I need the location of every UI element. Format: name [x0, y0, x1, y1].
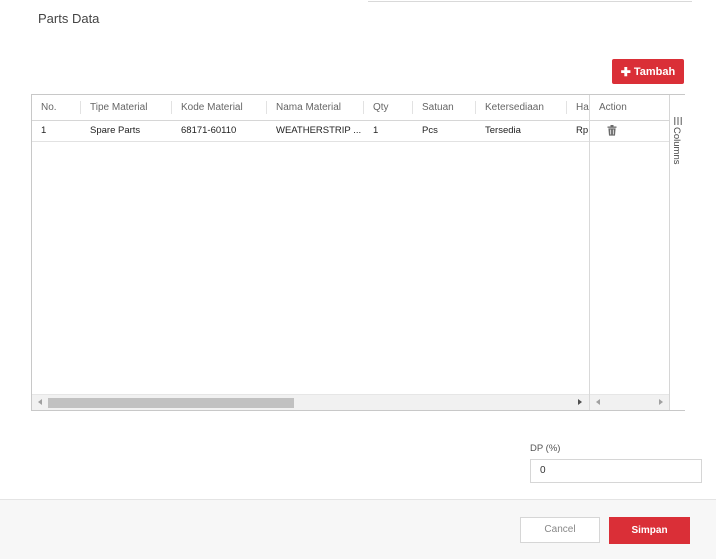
cell-satuan: Pcs: [422, 125, 438, 136]
col-header-harga[interactable]: Ha: [567, 95, 589, 120]
table-row[interactable]: 1 Spare Parts 68171-60110 WEATHERSTRIP .…: [32, 120, 669, 142]
cancel-button[interactable]: Cancel: [520, 517, 600, 543]
col-header-action: Action: [599, 102, 627, 113]
col-header-satuan[interactable]: Satuan: [413, 95, 475, 120]
pinned-horizontal-scrollbar[interactable]: [590, 394, 669, 410]
horizontal-scrollbar[interactable]: [32, 394, 589, 410]
cell-harga: Rp.: [576, 125, 589, 136]
grid-header-row: No. Tipe Material Kode Material Nama Mat…: [32, 95, 669, 121]
cell-kode-material: 68171-60110: [181, 125, 237, 136]
scroll-left-icon[interactable]: [596, 399, 600, 405]
col-header-ketersediaan[interactable]: Ketersediaan: [476, 95, 566, 120]
col-header-no[interactable]: No.: [32, 95, 80, 120]
dp-input[interactable]: 0: [530, 459, 702, 483]
add-part-button-label: Tambah: [633, 65, 676, 78]
cell-tipe-material: Spare Parts: [90, 125, 141, 136]
parts-grid: No. Tipe Material Kode Material Nama Mat…: [31, 94, 685, 411]
col-header-kode-material[interactable]: Kode Material: [172, 95, 266, 120]
plus-icon: ✚: [620, 64, 631, 79]
scroll-right-icon[interactable]: [659, 399, 663, 405]
top-divider: [368, 0, 692, 2]
cell-nama-material: WEATHERSTRIP ...: [276, 125, 362, 136]
columns-icon: [674, 117, 682, 125]
scroll-right-icon[interactable]: [578, 399, 582, 405]
col-header-qty[interactable]: Qty: [364, 95, 412, 120]
cell-qty: 1: [373, 125, 379, 136]
add-part-button[interactable]: ✚ Tambah: [612, 59, 684, 84]
columns-side-panel[interactable]: Columns: [669, 95, 685, 410]
scroll-left-icon[interactable]: [38, 399, 42, 405]
page-title: Parts Data: [38, 11, 100, 26]
col-header-tipe-material[interactable]: Tipe Material: [81, 95, 171, 120]
cell-no: 1: [41, 125, 47, 136]
columns-panel-label: Columns: [671, 127, 682, 165]
dp-label: DP (%): [530, 443, 561, 454]
col-header-nama-material[interactable]: Nama Material: [267, 95, 363, 120]
footer-bar: Cancel Simpan: [0, 499, 716, 559]
cell-ketersediaan: Tersedia: [485, 125, 521, 136]
scrollbar-thumb[interactable]: [48, 398, 294, 408]
trash-icon[interactable]: [607, 125, 617, 136]
action-column-divider: [589, 95, 590, 410]
save-button[interactable]: Simpan: [609, 517, 690, 544]
